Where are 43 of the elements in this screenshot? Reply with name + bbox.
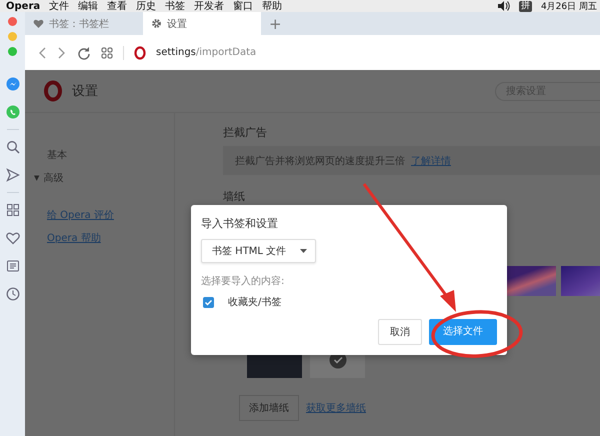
browser-tab[interactable]: 设置 [143,12,261,35]
url-field[interactable]: settings/importData [156,47,256,58]
page-title: 设置 [72,83,98,100]
section-heading: 墙纸 [223,189,246,204]
messenger-icon[interactable] [6,77,20,91]
opera-logo-icon [134,46,146,60]
menu-item[interactable]: 帮助 [262,0,282,12]
menu-item[interactable]: 文件 [49,0,70,12]
checkbox[interactable] [203,296,214,308]
checkbox-label: 收藏夹/书签 [228,296,282,309]
menubar-clock[interactable]: 4月26日 周五 [540,0,597,12]
heart-icon[interactable] [6,231,20,245]
dropdown-caret-icon [300,249,308,253]
volume-icon[interactable] [496,0,510,12]
cancel-button[interactable]: 取消 [378,319,422,345]
wallpaper-thumbnail[interactable] [504,266,556,296]
dialog-title: 导入书签和设置 [201,216,279,231]
menu-item[interactable]: 历史 [136,0,156,12]
grid-icon[interactable] [101,46,113,60]
heart-icon [33,18,44,29]
back-icon[interactable] [37,46,47,60]
ad-block-description: 拦截广告并将浏览网页的速度提升三倍 [235,154,405,168]
wallpaper-thumbnail[interactable] [561,266,600,296]
close-button[interactable] [8,17,17,26]
menu-item[interactable]: 窗口 [233,0,254,12]
history-icon[interactable] [6,287,20,301]
gear-icon [151,18,162,29]
import-source-dropdown[interactable]: 书签 HTML 文件 [201,239,316,263]
opera-logo-icon [43,80,63,102]
search-icon[interactable] [6,140,20,154]
import-prompt: 选择要导入的内容: [201,274,286,288]
speed-dial-icon[interactable] [6,203,20,217]
app-menu[interactable]: Opera [6,0,40,12]
input-method-indicator[interactable]: 拼 [518,0,532,12]
send-icon[interactable] [6,168,20,182]
reload-icon[interactable] [77,46,91,60]
news-icon[interactable] [6,259,20,273]
menu-item[interactable]: 开发者 [194,0,224,12]
section-heading: 拦截广告 [223,125,268,140]
menu-item[interactable]: 查看 [107,0,128,12]
menu-item[interactable]: 编辑 [78,0,98,12]
menu-item[interactable]: 书签 [165,0,186,12]
forward-icon[interactable] [57,46,67,60]
